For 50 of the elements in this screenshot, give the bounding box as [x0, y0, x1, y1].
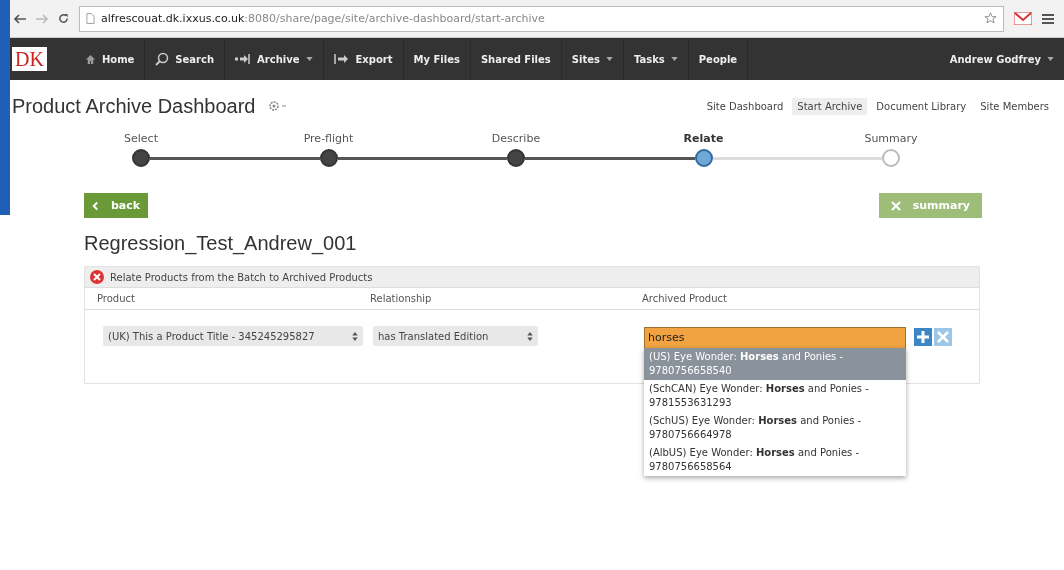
- archived-product-field[interactable]: horses: [644, 326, 906, 349]
- chevron-left-icon: [92, 200, 99, 211]
- export-icon: [333, 54, 350, 64]
- column-header: Relationship: [370, 293, 433, 304]
- user-menu[interactable]: Andrew Godfrey: [939, 38, 1064, 80]
- step-label: Describe: [490, 132, 542, 145]
- house-icon: [84, 53, 96, 65]
- step-label: Relate: [682, 132, 725, 145]
- nav-item[interactable]: Shared Files: [470, 38, 562, 80]
- nav-item[interactable]: My Files: [403, 38, 471, 80]
- batch-title: Regression_Test_Andrew_001: [84, 232, 358, 255]
- relationship-select[interactable]: has Translated Edition: [373, 326, 538, 346]
- site-link[interactable]: Site Dashboard: [701, 97, 789, 115]
- arrow-icon: [235, 54, 252, 64]
- nav-item[interactable]: Sites: [561, 38, 624, 80]
- address-bar[interactable]: alfrescouat.dk.ixxus.co.uk:8080/share/page/site/archive-dashboard/start-archive: [79, 5, 1004, 32]
- column-header: Product: [97, 293, 136, 304]
- panel-message: Relate Products from the Batch to Archived Products: [110, 271, 373, 283]
- caret-icon: [1047, 57, 1054, 61]
- reload-icon[interactable]: [58, 13, 69, 24]
- product-select[interactable]: (UK) This a Product Title - 345245295827: [103, 326, 363, 346]
- nav-item[interactable]: Tasks: [623, 38, 689, 80]
- updown-icon: [527, 331, 533, 341]
- menu-icon[interactable]: [1042, 13, 1054, 24]
- close-icon: [890, 200, 901, 211]
- nav-item[interactable]: Search: [145, 38, 226, 80]
- column-header: Archived Product: [642, 293, 727, 304]
- site-link[interactable]: Start Archive: [792, 97, 868, 115]
- nav-item[interactable]: People: [688, 38, 749, 80]
- nav-item[interactable]: Home: [74, 38, 146, 80]
- step-label: Summary: [863, 132, 919, 145]
- suggestion-item[interactable]: (AlbUS) Eye Wonder: Horses and Ponies - 9780756658564: [644, 444, 906, 476]
- add-icon[interactable]: [914, 328, 932, 346]
- site-link[interactable]: Document Library: [871, 97, 972, 115]
- site-link[interactable]: Site Members: [975, 97, 1054, 115]
- mail-icon[interactable]: [1014, 12, 1032, 25]
- back-arrow-icon[interactable]: [14, 13, 26, 24]
- error-icon: [90, 270, 104, 284]
- suggestion-item[interactable]: (SchCAN) Eye Wonder: Horses and Ponies - 9781553631293: [644, 380, 906, 412]
- suggestion-item[interactable]: (SchUS) Eye Wonder: Horses and Ponies - 9780756664978: [644, 412, 906, 444]
- page-icon: [86, 13, 95, 24]
- star-icon[interactable]: [984, 12, 997, 25]
- search-icon: [155, 52, 170, 66]
- step-label: Select: [123, 132, 159, 145]
- logo[interactable]: DK: [12, 47, 47, 71]
- page-title: Product Archive Dashboard: [12, 94, 256, 118]
- updown-icon: [352, 331, 358, 341]
- step-label: Pre-flight: [302, 132, 355, 145]
- nav-item[interactable]: Archive: [225, 38, 324, 80]
- nav-item[interactable]: Export: [323, 38, 404, 80]
